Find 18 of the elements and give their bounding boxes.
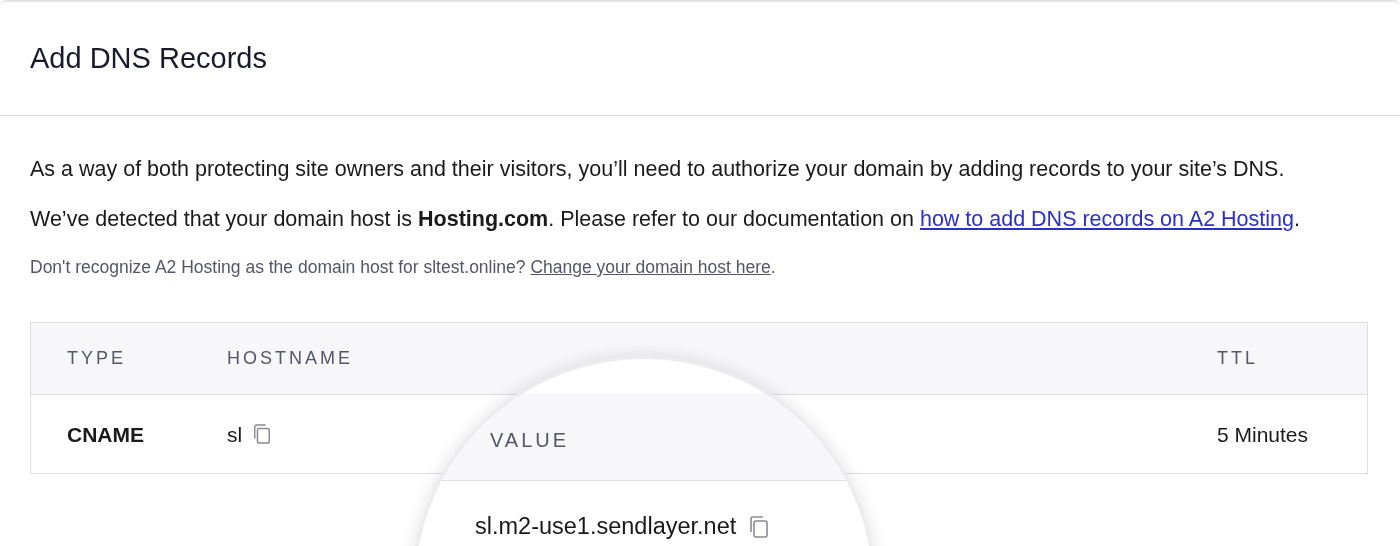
column-header: VALUE: [490, 427, 570, 453]
card-title: Add DNS Records: [30, 40, 267, 76]
period-text: .: [770, 257, 776, 277]
value-text: sl.m2-use1.sendlayer.net: [475, 512, 737, 541]
column-header: TTL: [1217, 348, 1258, 369]
hint-text: Don't recognize A2 Hosting as the domain host for sltest.online?: [30, 257, 527, 277]
period-text: .: [1294, 207, 1300, 231]
record-type: CNAME: [67, 421, 144, 448]
hostname-text: sl: [227, 421, 243, 448]
intro-paragraph: As a way of both protecting site owners and their visitors, you’ll need to authorize your domain by adding records to your site’s DNS.: [30, 156, 1286, 183]
column-header: TYPE: [67, 348, 126, 369]
documentation-link[interactable]: how to add DNS records on A2 Hosting: [919, 207, 1294, 231]
copy-icon[interactable]: [748, 514, 771, 539]
copy-icon[interactable]: [252, 423, 273, 446]
detected-host-text: We’ve detected that your domain host is Hosting.com. Please refer to our documentation on: [30, 207, 915, 231]
ttl-text: 5 Minutes: [1217, 421, 1309, 448]
documentation-link[interactable]: Change your domain host here: [530, 257, 771, 277]
column-header: HOSTNAME: [227, 348, 353, 369]
